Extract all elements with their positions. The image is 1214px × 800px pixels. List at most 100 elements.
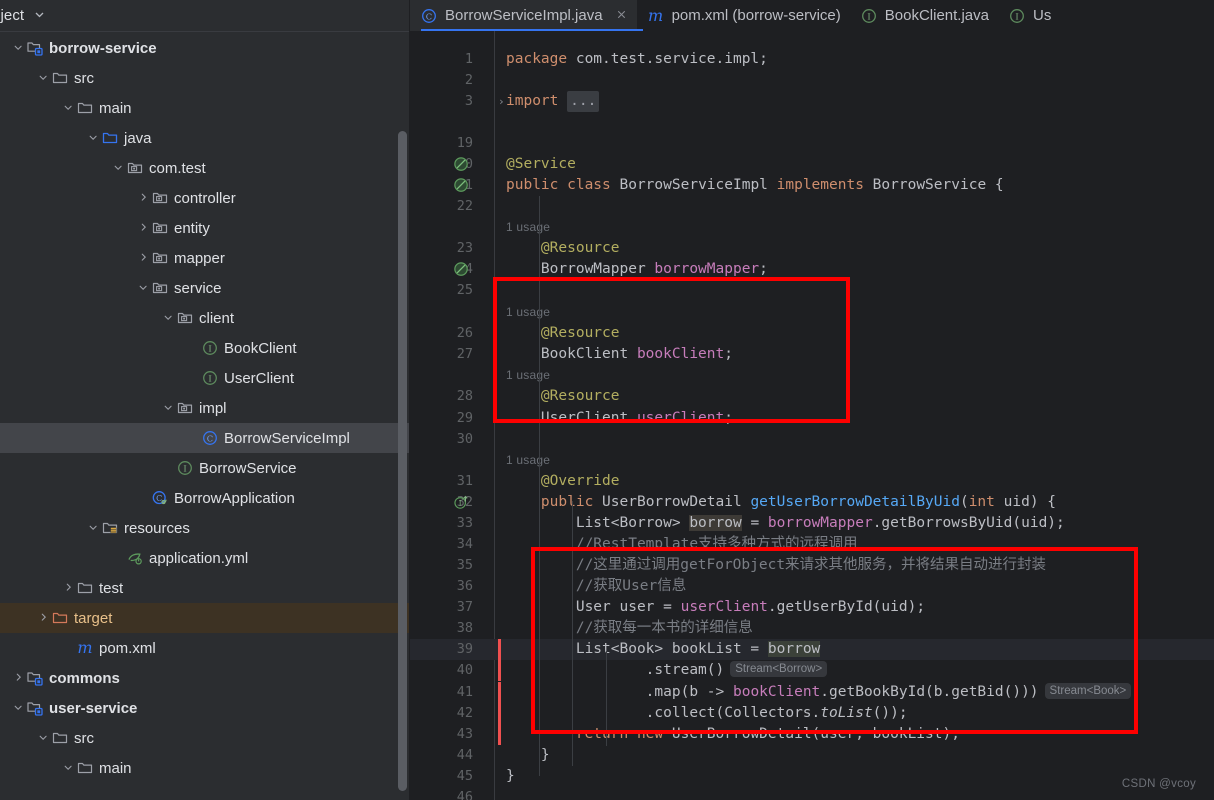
svg-text:I: I	[1015, 11, 1018, 21]
editor-tab-bar[interactable]: C BorrowServiceImpl.java m pom.xml (borrow-…	[410, 0, 1214, 31]
tree-item-label: application.yml	[149, 549, 249, 567]
modified-line-marker[interactable]	[498, 639, 501, 660]
code-text: BorrowMapper borrowMapper;	[506, 259, 768, 280]
sidebar-scrollbar[interactable]	[398, 131, 407, 791]
chevron-down-icon[interactable]	[112, 161, 126, 175]
editor-tab-bookclient-java[interactable]: I BookClient.java	[850, 0, 998, 31]
line-number: 31	[456, 473, 473, 489]
chevron-down-icon[interactable]	[62, 101, 76, 115]
code-token: UserBorrowDetail	[593, 494, 751, 510]
tree-item-test[interactable]: test	[0, 573, 410, 603]
package-icon	[176, 310, 194, 326]
editor-tab-pom-xml-borrow-service-[interactable]: m pom.xml (borrow-service)	[637, 0, 850, 31]
chevron-down-icon[interactable]	[162, 311, 176, 325]
tree-item-main[interactable]: main	[0, 753, 410, 783]
code-line-34: 34 //RestTemplate支持多种方式的远程调用	[410, 534, 1214, 555]
tree-item-application-yml[interactable]: application.yml	[0, 543, 410, 573]
tree-item-pom-xml[interactable]: m pom.xml	[0, 633, 410, 663]
chevron-right-icon[interactable]	[137, 251, 151, 265]
editor-tab-borrowserviceimpl-java[interactable]: C BorrowServiceImpl.java	[410, 0, 637, 31]
line-number: 19	[456, 135, 473, 151]
tree-item-bookclient[interactable]: I BookClient	[0, 333, 410, 363]
tree-item-borrowservice[interactable]: I BorrowService	[0, 453, 410, 483]
modified-line-marker[interactable]	[498, 682, 501, 703]
code-vision-usage-hint[interactable]: 1 usage	[506, 217, 550, 238]
spring-bean-icon[interactable]	[454, 262, 469, 277]
spring-bean-icon[interactable]	[454, 157, 469, 172]
chevron-right-icon[interactable]	[12, 671, 26, 685]
chevron-down-icon[interactable]	[137, 281, 151, 295]
line-number: 37	[456, 599, 473, 615]
chevron-right-icon[interactable]	[37, 611, 51, 625]
modified-line-marker[interactable]	[498, 703, 501, 724]
no-expander	[187, 341, 201, 355]
project-tree[interactable]: borrow-service src main java com.test control…	[0, 33, 410, 800]
code-token: BorrowService {	[863, 177, 1004, 193]
line-number: 22	[456, 198, 473, 214]
chevron-right-icon[interactable]	[62, 581, 76, 595]
tree-item-impl[interactable]: impl	[0, 393, 410, 423]
tree-item-controller[interactable]: controller	[0, 183, 410, 213]
chevron-down-icon[interactable]	[33, 8, 46, 24]
tree-item-target[interactable]: target	[0, 603, 410, 633]
code-line-19: 19	[410, 133, 1214, 154]
code-vision-usage-hint[interactable]: 1 usage	[506, 365, 550, 386]
tree-item-service[interactable]: service	[0, 273, 410, 303]
modified-line-marker[interactable]	[498, 660, 501, 681]
tree-item-user-service[interactable]: user-service	[0, 693, 410, 723]
tree-item-entity[interactable]: entity	[0, 213, 410, 243]
tree-item-label: impl	[199, 399, 227, 417]
code-text: @Service	[506, 154, 576, 175]
chevron-right-icon[interactable]	[137, 191, 151, 205]
close-icon[interactable]	[615, 8, 628, 23]
tree-item-borrow-service[interactable]: borrow-service	[0, 33, 410, 63]
tree-item-java[interactable]: java	[0, 123, 410, 153]
fold-chevron-right-icon[interactable]: ›	[498, 95, 505, 108]
svg-text:I: I	[208, 373, 211, 383]
no-expander	[187, 371, 201, 385]
folder-icon	[76, 100, 94, 116]
tree-item-client[interactable]: client	[0, 303, 410, 333]
tree-item-borrowserviceimpl[interactable]: C BorrowServiceImpl	[0, 423, 410, 453]
code-vision-usage-hint[interactable]: 1 usage	[506, 450, 550, 471]
code-text: .stream() Stream<Borrow>	[506, 660, 828, 681]
code-line-35: 35 //这里通过调用getForObject来请求其他服务，并将结果自动进行封…	[410, 555, 1214, 576]
spring-bean-icon[interactable]	[454, 178, 469, 193]
tree-item-main[interactable]: main	[0, 93, 410, 123]
tree-item-src[interactable]: src	[0, 63, 410, 93]
code-token: UserBorrowDetail(user, bookList);	[663, 726, 960, 742]
code-text: List<Book> bookList = borrow	[506, 639, 821, 660]
code-token: com.test.service.impl;	[567, 51, 768, 67]
chevron-down-icon[interactable]	[162, 401, 176, 415]
code-token: .getUserById(uid);	[767, 599, 926, 615]
tree-item-mapper[interactable]: mapper	[0, 243, 410, 273]
tree-item-resources[interactable]: resources	[0, 513, 410, 543]
editor-tab-us[interactable]: I Us	[998, 0, 1060, 31]
editor-tab-label: BorrowServiceImpl.java	[445, 7, 603, 24]
code-line-31: 31 @Override	[410, 471, 1214, 492]
code-token: @Override	[506, 473, 620, 489]
chevron-down-icon[interactable]	[37, 731, 51, 745]
code-line-33: 33 List<Borrow> borrow = borrowMapper.ge…	[410, 513, 1214, 534]
code-line-25: 25	[410, 280, 1214, 301]
implementing-method-icon[interactable]: I	[454, 495, 469, 510]
tree-item-commons[interactable]: commons	[0, 663, 410, 693]
chevron-down-icon[interactable]	[62, 761, 76, 775]
code-editor[interactable]: 1 package com.test.service.impl; 2 3 › import…	[410, 31, 1214, 800]
chevron-down-icon[interactable]	[37, 71, 51, 85]
chevron-right-icon[interactable]	[137, 221, 151, 235]
modified-line-marker[interactable]	[498, 724, 501, 745]
tree-item-com-test[interactable]: com.test	[0, 153, 410, 183]
tree-item-src[interactable]: src	[0, 723, 410, 753]
maven-icon: m	[647, 5, 664, 25]
package-icon	[151, 280, 169, 296]
chevron-down-icon[interactable]	[87, 521, 101, 535]
spring-class-icon: C	[151, 490, 169, 506]
chevron-down-icon[interactable]	[12, 41, 26, 55]
tree-item-label: mapper	[174, 249, 225, 267]
chevron-down-icon[interactable]	[87, 131, 101, 145]
code-vision-usage-hint[interactable]: 1 usage	[506, 302, 550, 323]
chevron-down-icon[interactable]	[12, 701, 26, 715]
tree-item-userclient[interactable]: I UserClient	[0, 363, 410, 393]
tree-item-borrowapplication[interactable]: C BorrowApplication	[0, 483, 410, 513]
